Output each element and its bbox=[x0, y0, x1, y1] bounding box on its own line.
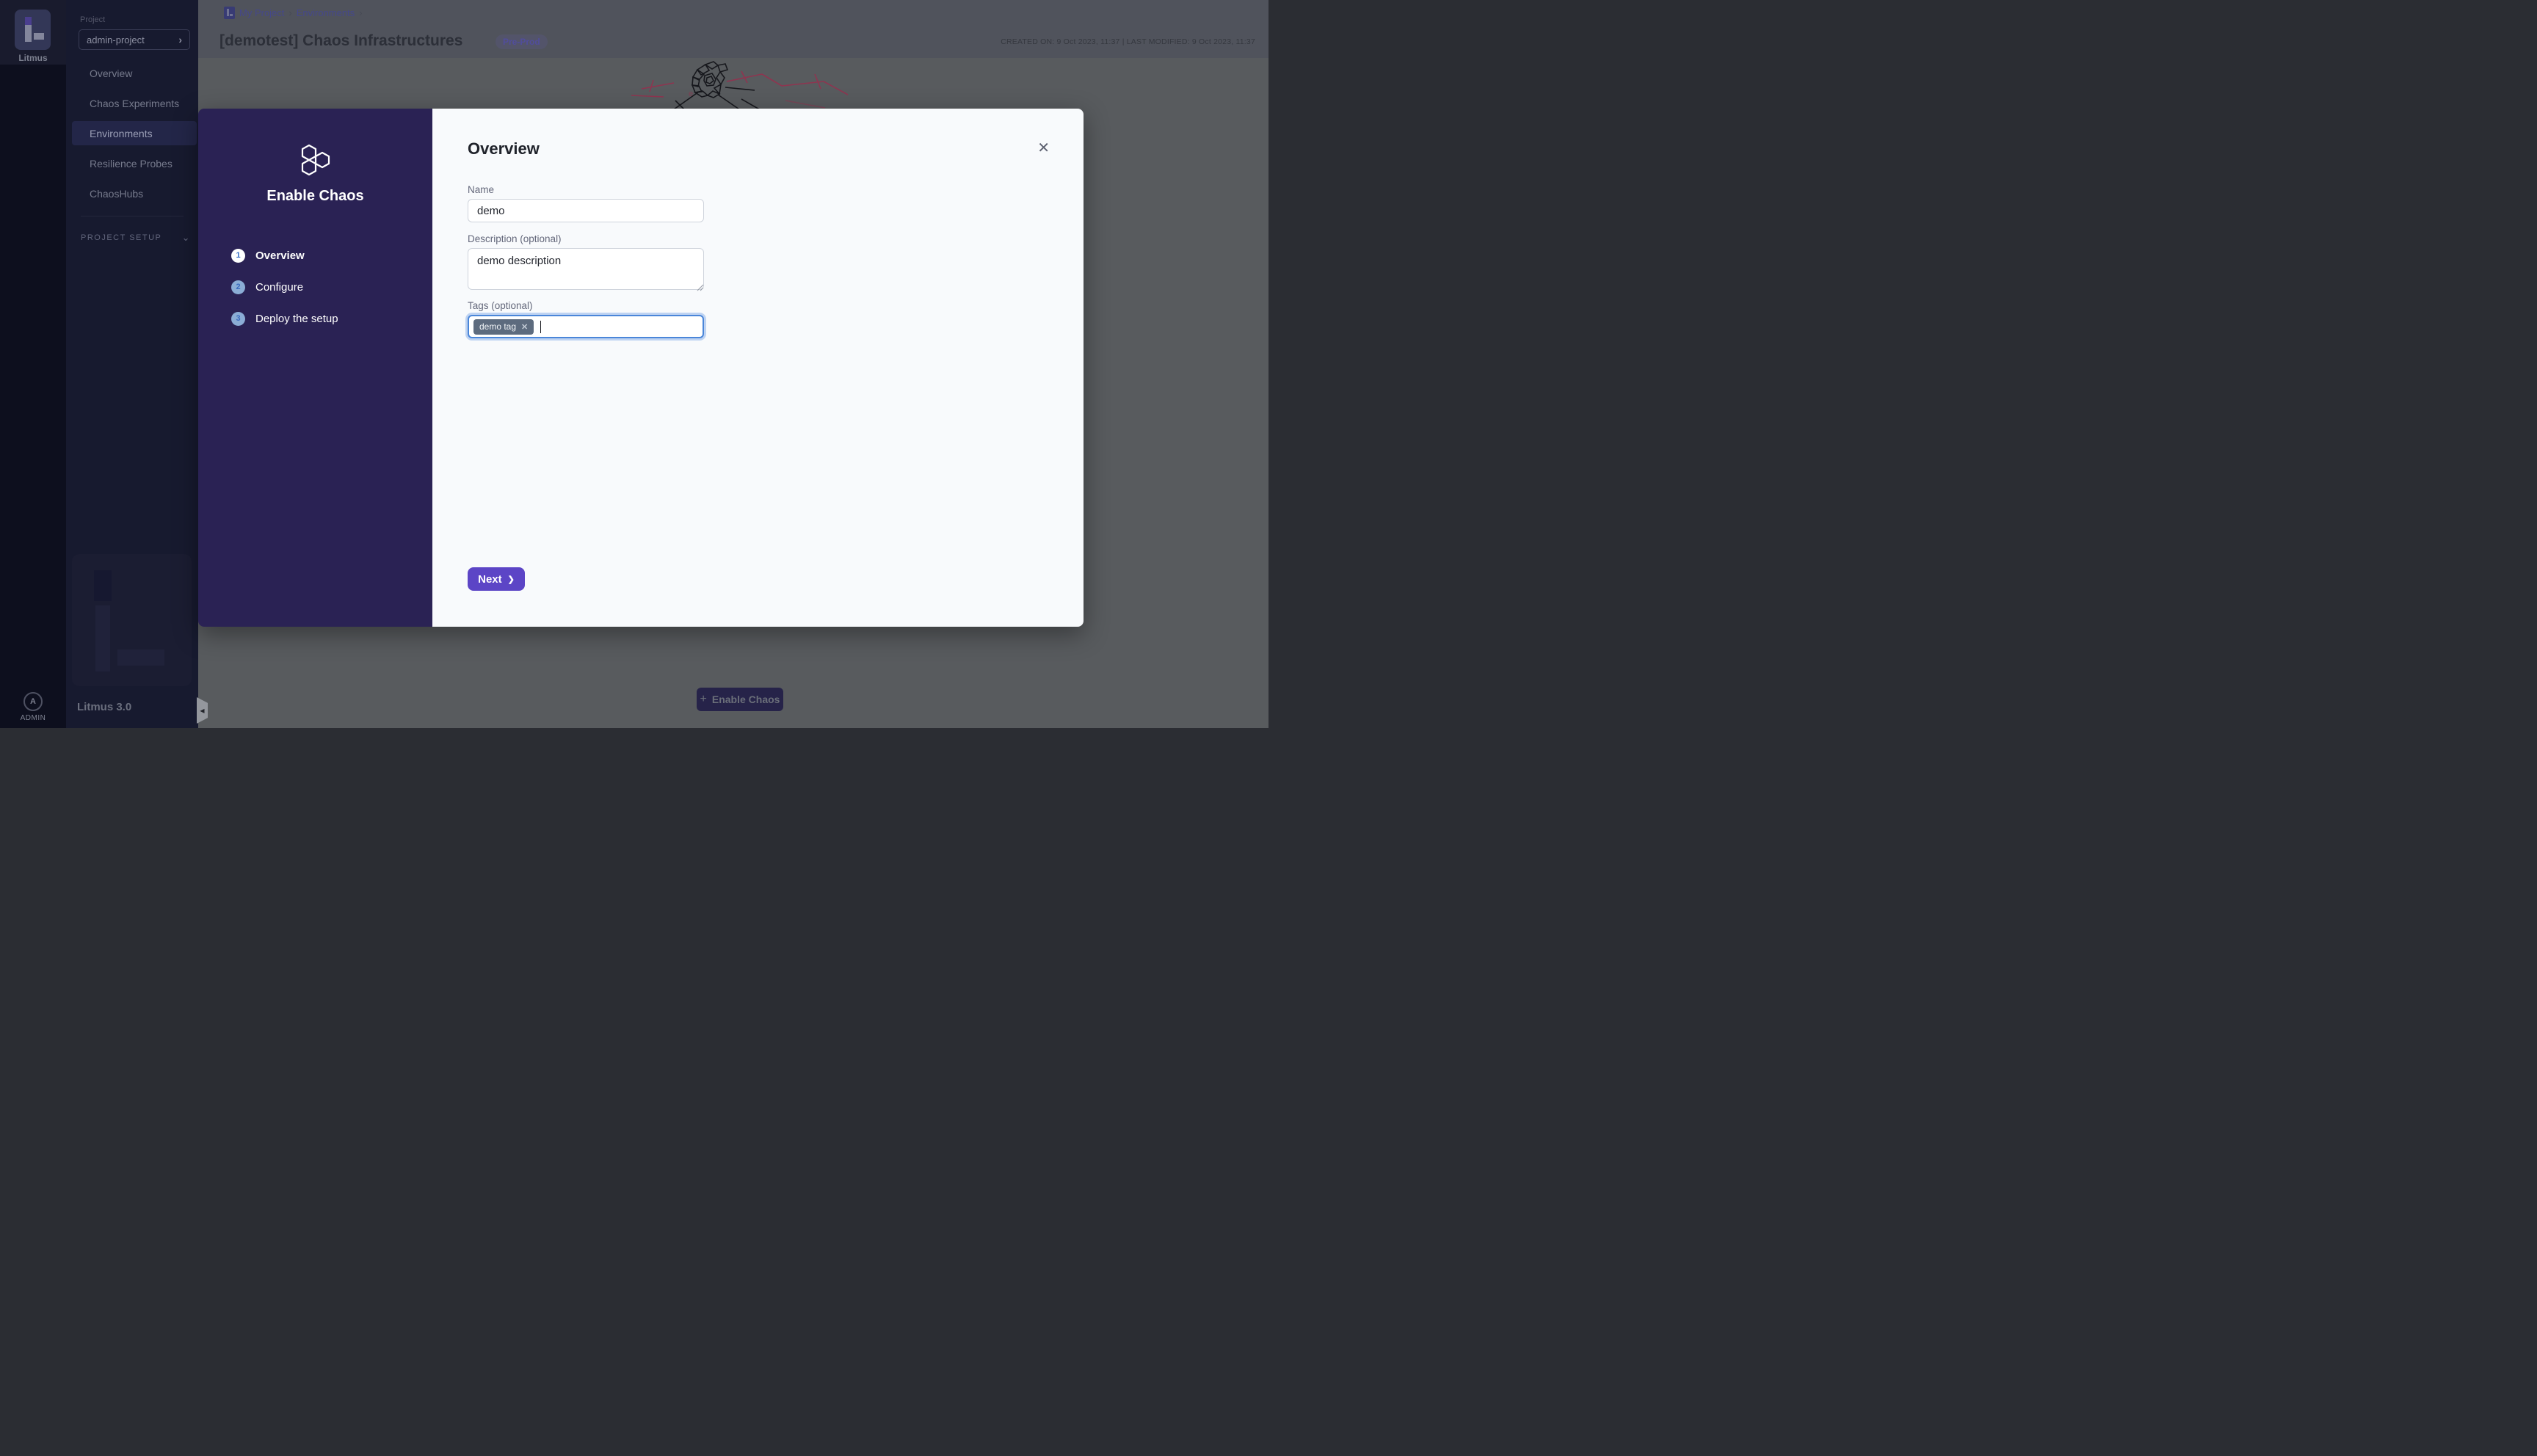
enable-chaos-button[interactable]: + Enable Chaos bbox=[697, 688, 783, 711]
admin-label: ADMIN bbox=[0, 714, 66, 722]
sidebar-item-label: Chaos Experiments bbox=[90, 98, 179, 109]
version-label: Litmus 3.0 bbox=[77, 701, 131, 713]
tags-input[interactable]: demo tag ✕ bbox=[468, 315, 704, 338]
sidebar-item-environments[interactable]: Environments bbox=[72, 121, 197, 145]
chaos-sketch-graphic: e bbox=[631, 58, 859, 112]
sidebar-item-chaoshubs[interactable]: ChaosHubs bbox=[72, 181, 197, 205]
step-label: Overview bbox=[255, 250, 305, 262]
project-selector-value: admin-project bbox=[87, 34, 145, 46]
sidebar-item-overview[interactable]: Overview bbox=[72, 61, 197, 85]
created-modified-meta: CREATED ON: 9 Oct 2023, 11:37 | LAST MOD… bbox=[1001, 37, 1255, 46]
project-label: Project bbox=[80, 15, 105, 24]
sidebar: Project admin-project › Overview Chaos E… bbox=[66, 0, 198, 728]
tag-remove-icon[interactable]: ✕ bbox=[521, 322, 528, 332]
description-textarea[interactable]: demo description bbox=[468, 248, 704, 290]
next-button-label: Next bbox=[478, 573, 502, 586]
sidebar-illustration bbox=[72, 554, 192, 686]
admin-avatar[interactable]: A bbox=[23, 692, 43, 711]
sidebar-item-label: ChaosHubs bbox=[90, 188, 143, 200]
project-setup-label: PROJECT SETUP bbox=[81, 233, 161, 242]
wizard-step-deploy[interactable]: 3 Deploy the setup bbox=[231, 310, 407, 327]
chaos-hexagons-icon bbox=[296, 144, 334, 179]
tags-label: Tags (optional) bbox=[468, 300, 533, 311]
litmus-app: e + Enable Chaos bbox=[0, 0, 1268, 728]
breadcrumb-environments[interactable]: Environments bbox=[297, 7, 355, 18]
page-title: [demotest] Chaos Infrastructures bbox=[219, 32, 462, 50]
sidebar-item-chaos-experiments[interactable]: Chaos Experiments bbox=[72, 91, 197, 115]
name-input[interactable] bbox=[468, 199, 704, 222]
icon-rail: Litmus A ADMIN bbox=[0, 0, 66, 728]
description-label: Description (optional) bbox=[468, 233, 562, 244]
chevron-right-icon: › bbox=[359, 7, 362, 18]
chevron-right-icon: ❯ bbox=[508, 575, 515, 584]
litmus-logo-icon[interactable] bbox=[15, 10, 51, 50]
overview-form-panel: Overview ✕ Name Description (optional) d… bbox=[432, 109, 1084, 627]
wizard-title: Enable Chaos bbox=[198, 188, 432, 205]
step-label: Deploy the setup bbox=[255, 313, 338, 325]
form-title: Overview bbox=[468, 139, 540, 159]
enable-chaos-button-label: Enable Chaos bbox=[712, 694, 780, 705]
wizard-step-overview[interactable]: 1 Overview bbox=[231, 247, 407, 264]
tag-chip: demo tag ✕ bbox=[473, 319, 534, 335]
sidebar-item-label: Resilience Probes bbox=[90, 158, 173, 170]
chevron-right-icon: › bbox=[288, 7, 291, 18]
project-setup-section[interactable]: PROJECT SETUP ⌄ bbox=[81, 232, 191, 244]
breadcrumb-my-project[interactable]: My Project bbox=[239, 7, 284, 18]
project-selector[interactable]: admin-project › bbox=[79, 29, 190, 50]
sidebar-item-resilience-probes[interactable]: Resilience Probes bbox=[72, 151, 197, 175]
close-icon[interactable]: ✕ bbox=[1037, 141, 1050, 156]
next-button[interactable]: Next ❯ bbox=[468, 567, 525, 591]
name-label: Name bbox=[468, 184, 494, 195]
chevron-right-icon: › bbox=[178, 34, 182, 46]
plus-icon: + bbox=[700, 694, 707, 705]
step-number-badge: 3 bbox=[231, 312, 245, 326]
project-icon bbox=[224, 7, 235, 19]
wizard-panel: Enable Chaos 1 Overview 2 Configure 3 De… bbox=[198, 109, 432, 627]
text-caret bbox=[540, 321, 541, 333]
litmus-logo-label: Litmus bbox=[0, 53, 66, 63]
wizard-step-configure[interactable]: 2 Configure bbox=[231, 278, 407, 296]
step-number-badge: 1 bbox=[231, 249, 245, 263]
enable-chaos-modal: Enable Chaos 1 Overview 2 Configure 3 De… bbox=[198, 109, 1084, 627]
admin-initial: A bbox=[30, 697, 36, 706]
tag-chip-label: demo tag bbox=[479, 321, 516, 332]
step-label: Configure bbox=[255, 281, 303, 294]
sidebar-item-label: Overview bbox=[90, 68, 132, 79]
breadcrumb: My Project › Environments › bbox=[224, 7, 363, 19]
step-number-badge: 2 bbox=[231, 280, 245, 294]
collapse-icon: ◀ bbox=[200, 707, 204, 714]
environment-type-badge: Pre-Prod bbox=[496, 34, 548, 49]
chevron-down-icon: ⌄ bbox=[182, 232, 191, 244]
sidebar-item-label: Environments bbox=[90, 128, 153, 139]
